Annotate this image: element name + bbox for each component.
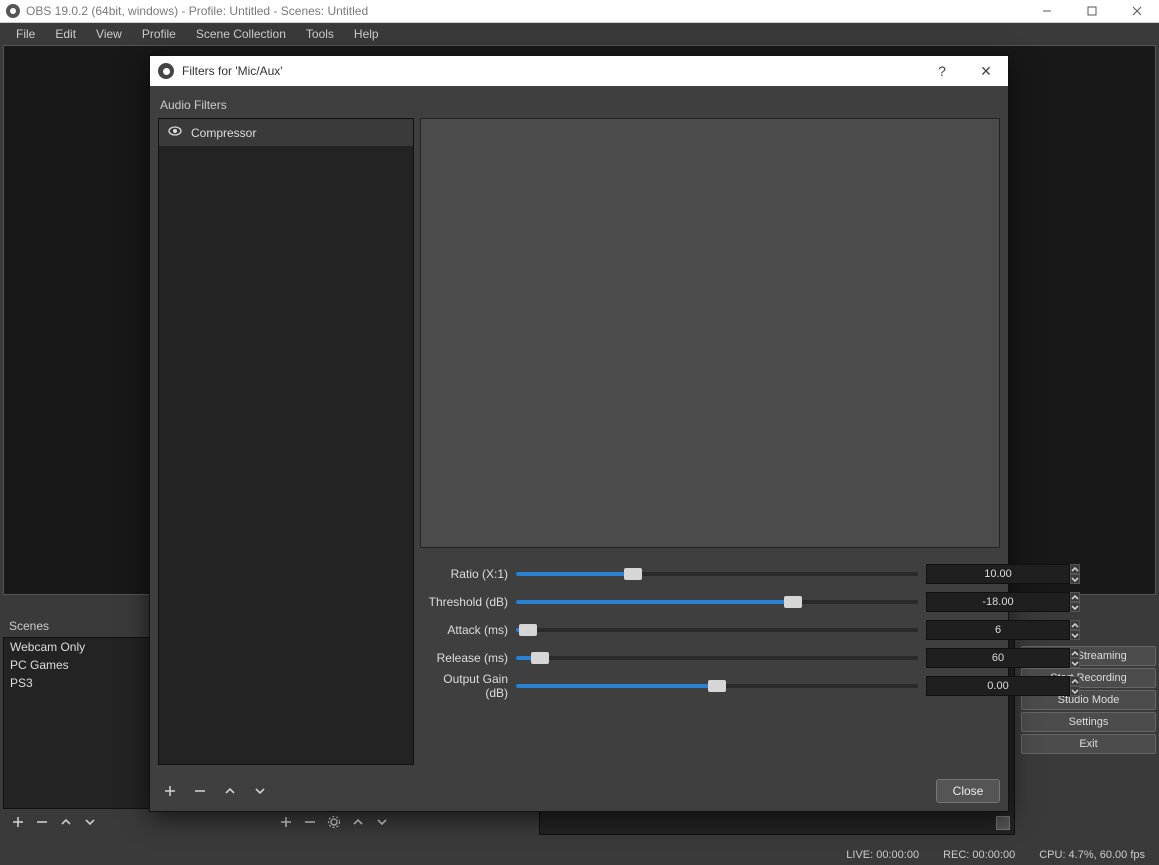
audio-filters-label: Audio Filters — [160, 98, 998, 112]
obs-logo-icon — [6, 4, 20, 18]
param-value-input[interactable] — [926, 592, 1070, 612]
spin-up-icon[interactable] — [1070, 620, 1080, 630]
spin-down-icon[interactable] — [1070, 630, 1080, 640]
exit-button[interactable]: Exit — [1021, 734, 1156, 754]
param-spinbox[interactable] — [926, 620, 996, 640]
chevron-up-icon[interactable] — [347, 811, 369, 833]
chevron-up-icon[interactable] — [55, 811, 77, 833]
menu-help[interactable]: Help — [344, 24, 389, 44]
filter-params: Ratio (X:1) Threshold (dB) Attack (ms) Rele… — [420, 554, 1000, 702]
param-slider[interactable] — [516, 649, 918, 667]
window-minimize-button[interactable] — [1024, 0, 1069, 23]
close-button[interactable]: Close — [936, 779, 1000, 803]
window-maximize-button[interactable] — [1069, 0, 1114, 23]
menu-view[interactable]: View — [86, 24, 132, 44]
chevron-down-icon[interactable] — [248, 779, 272, 803]
plus-icon[interactable] — [275, 811, 297, 833]
param-value-input[interactable] — [926, 564, 1070, 584]
param-row: Ratio (X:1) — [424, 560, 996, 588]
dialog-help-button[interactable]: ? — [920, 56, 964, 86]
filter-item-label: Compressor — [191, 126, 256, 140]
param-label: Threshold (dB) — [424, 595, 516, 609]
param-spinbox[interactable] — [926, 564, 996, 584]
param-value-input[interactable] — [926, 620, 1070, 640]
plus-icon[interactable] — [158, 779, 182, 803]
spin-down-icon[interactable] — [1070, 658, 1080, 668]
menu-tools[interactable]: Tools — [296, 24, 344, 44]
chevron-up-icon[interactable] — [218, 779, 242, 803]
dialog-title: Filters for 'Mic/Aux' — [182, 64, 920, 78]
spin-up-icon[interactable] — [1070, 564, 1080, 574]
param-value-input[interactable] — [926, 648, 1070, 668]
minus-icon[interactable] — [299, 811, 321, 833]
minus-icon[interactable] — [188, 779, 212, 803]
param-spinbox[interactable] — [926, 592, 996, 612]
spin-down-icon[interactable] — [1070, 686, 1080, 696]
param-slider[interactable] — [516, 621, 918, 639]
statusbar: LIVE: 00:00:00 REC: 00:00:00 CPU: 4.7%, … — [0, 845, 1159, 865]
param-slider[interactable] — [516, 565, 918, 583]
status-live: LIVE: 00:00:00 — [846, 849, 919, 861]
filter-preview — [420, 118, 1000, 548]
menu-scene-collection[interactable]: Scene Collection — [186, 24, 296, 44]
window-title: OBS 19.0.2 (64bit, windows) - Profile: U… — [26, 4, 1024, 18]
eye-icon[interactable] — [167, 123, 183, 142]
chevron-down-icon[interactable] — [79, 811, 101, 833]
param-label: Output Gain (dB) — [424, 672, 516, 700]
menu-edit[interactable]: Edit — [45, 24, 86, 44]
spin-up-icon[interactable] — [1070, 676, 1080, 686]
gear-icon[interactable] — [323, 811, 345, 833]
param-label: Attack (ms) — [424, 623, 516, 637]
spin-up-icon[interactable] — [1070, 648, 1080, 658]
param-label: Ratio (X:1) — [424, 567, 516, 581]
spin-down-icon[interactable] — [1070, 602, 1080, 612]
minus-icon[interactable] — [31, 811, 53, 833]
spin-up-icon[interactable] — [1070, 592, 1080, 602]
param-spinbox[interactable] — [926, 676, 996, 696]
param-slider[interactable] — [516, 677, 918, 695]
param-row: Threshold (dB) — [424, 588, 996, 616]
chevron-down-icon[interactable] — [371, 811, 393, 833]
param-label: Release (ms) — [424, 651, 516, 665]
param-row: Attack (ms) — [424, 616, 996, 644]
menu-profile[interactable]: Profile — [132, 24, 186, 44]
param-row: Output Gain (dB) — [424, 672, 996, 700]
param-value-input[interactable] — [926, 676, 1070, 696]
scenes-header: Scenes — [9, 619, 49, 633]
window-close-button[interactable] — [1114, 0, 1159, 23]
status-cpu: CPU: 4.7%, 60.00 fps — [1039, 849, 1145, 861]
param-row: Release (ms) — [424, 644, 996, 672]
dialog-titlebar: Filters for 'Mic/Aux' ? ✕ — [150, 56, 1008, 86]
filter-item-compressor[interactable]: Compressor — [159, 119, 413, 146]
dialog-close-button[interactable]: ✕ — [964, 56, 1008, 86]
param-spinbox[interactable] — [926, 648, 996, 668]
filters-dialog: Filters for 'Mic/Aux' ? ✕ Audio Filters … — [149, 55, 1009, 812]
window-titlebar: OBS 19.0.2 (64bit, windows) - Profile: U… — [0, 0, 1159, 23]
resize-grip-icon[interactable] — [996, 816, 1010, 830]
obs-logo-icon — [158, 63, 174, 79]
plus-icon[interactable] — [7, 811, 29, 833]
param-slider[interactable] — [516, 593, 918, 611]
menubar: File Edit View Profile Scene Collection … — [0, 23, 1159, 45]
filter-list[interactable]: Compressor — [158, 118, 414, 765]
menu-file[interactable]: File — [6, 24, 45, 44]
spin-down-icon[interactable] — [1070, 574, 1080, 584]
settings-button[interactable]: Settings — [1021, 712, 1156, 732]
status-rec: REC: 00:00:00 — [943, 849, 1015, 861]
